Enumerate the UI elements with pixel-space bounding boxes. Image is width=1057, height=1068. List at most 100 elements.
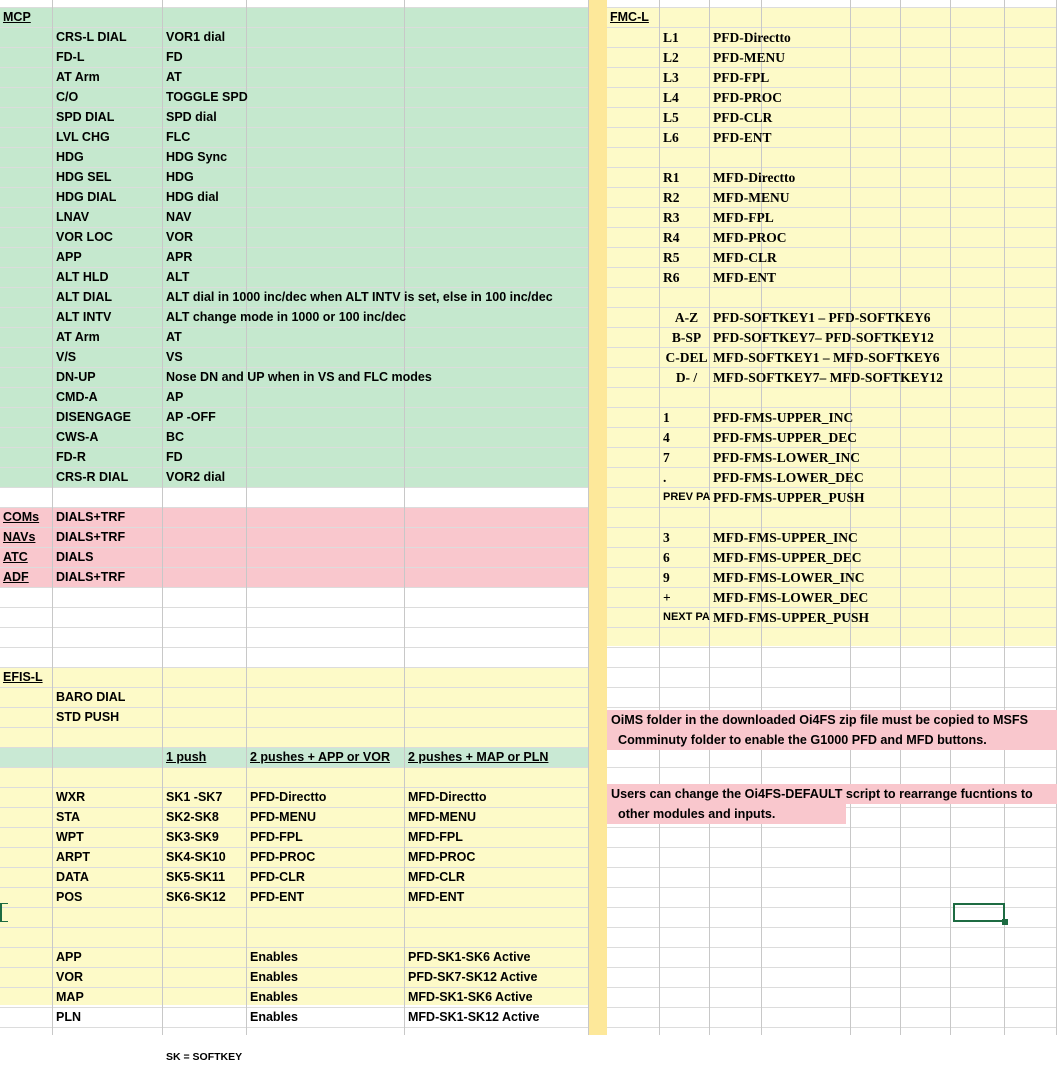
efis-sk-onepush-4: SK5-SK11 — [163, 868, 247, 888]
fmc-pfd-fms-fn-0: PFD-FMS-UPPER_INC — [710, 408, 1000, 428]
gridline-h — [607, 927, 1057, 928]
mcp-function-19: AP -OFF — [163, 408, 583, 428]
mcp-input-11: APP — [53, 248, 163, 268]
mcp-function-14: ALT change mode in 1000 or 100 inc/dec — [163, 308, 583, 328]
gridline-h — [0, 647, 589, 648]
mcp-function-2: AT — [163, 68, 583, 88]
efis-sk-pfd-0: PFD-Directto — [247, 788, 405, 808]
mcp-function-16: VS — [163, 348, 583, 368]
efis-sk-pfd-3: PFD-PROC — [247, 848, 405, 868]
radio-value-3: DIALS+TRF — [53, 568, 353, 588]
fmc-lsk-left-key-3: L4 — [660, 88, 710, 108]
mcp-function-13: ALT dial in 1000 inc/dec when ALT INTV i… — [163, 288, 583, 308]
gridline-h — [607, 827, 1057, 828]
efis-header-map-pln: 2 pushes + MAP or PLN — [405, 748, 589, 768]
gridline-v — [709, 0, 710, 1035]
efis-en-enables-1: Enables — [247, 968, 405, 988]
gridline-h — [0, 927, 589, 928]
selected-cell[interactable] — [953, 903, 1005, 922]
fmc-mfd-fms-key-0: 3 — [660, 528, 710, 548]
fmc-lsk-left-fn-0: PFD-Directto — [710, 28, 1000, 48]
mcp-input-12: ALT HLD — [53, 268, 163, 288]
fmc-softkey-key-0: A-Z — [660, 308, 710, 328]
fmc-pfd-fms-key-2: 7 — [660, 448, 710, 468]
mcp-input-4: SPD DIAL — [53, 108, 163, 128]
mcp-input-6: HDG — [53, 148, 163, 168]
mcp-function-20: BC — [163, 428, 583, 448]
efis-en-active-1: PFD-SK7-SK12 Active — [405, 968, 589, 988]
mcp-function-17: Nose DN and UP when in VS and FLC modes — [163, 368, 583, 388]
fmc-lsk-right-key-2: R3 — [660, 208, 710, 228]
fmc-lsk-right-fn-1: MFD-MENU — [710, 188, 1000, 208]
efis-sk-mfd-1: MFD-MENU — [405, 808, 589, 828]
fmc-lsk-right-key-5: R6 — [660, 268, 710, 288]
note-oi4fs-default-line2: other modules and inputs. — [607, 804, 846, 824]
mcp-function-1: FD — [163, 48, 583, 68]
mcp-function-22: VOR2 dial — [163, 468, 583, 488]
mcp-function-11: APR — [163, 248, 583, 268]
gridline-h — [607, 967, 1057, 968]
fmc-lsk-left-fn-4: PFD-CLR — [710, 108, 1000, 128]
mcp-input-20: CWS-A — [53, 428, 163, 448]
gridline-h — [607, 707, 1057, 708]
mcp-function-4: SPD dial — [163, 108, 583, 128]
fmc-mfd-fms-key-3: + — [660, 588, 710, 608]
mcp-function-6: HDG Sync — [163, 148, 583, 168]
efis-sk-mfd-2: MFD-FPL — [405, 828, 589, 848]
fmc-lsk-left-key-4: L5 — [660, 108, 710, 128]
mcp-input-5: LVL CHG — [53, 128, 163, 148]
efis-sk-pfd-2: PFD-FPL — [247, 828, 405, 848]
radio-value-0: DIALS+TRF — [53, 508, 353, 528]
efis-en-input-3: PLN — [53, 1008, 163, 1028]
mcp-function-0: VOR1 dial — [163, 28, 583, 48]
efis-sk-pfd-4: PFD-CLR — [247, 868, 405, 888]
radio-label-0: COMs — [0, 508, 53, 528]
efis-sk-mfd-4: MFD-CLR — [405, 868, 589, 888]
mcp-function-18: AP — [163, 388, 583, 408]
fmc-lsk-right-key-4: R5 — [660, 248, 710, 268]
mcp-function-5: FLC — [163, 128, 583, 148]
fmc-pfd-fms-key-3: . — [660, 468, 710, 488]
fill-handle[interactable] — [1002, 919, 1008, 925]
fmc-lsk-right-fn-4: MFD-CLR — [710, 248, 1000, 268]
efis-en-input-0: APP — [53, 948, 163, 968]
efis-title: EFIS-L — [0, 668, 53, 688]
efis-dial-1: STD PUSH — [53, 708, 163, 728]
gridline-h — [607, 847, 1057, 848]
fmc-mfd-fms-fn-2: MFD-FMS-LOWER_INC — [710, 568, 1000, 588]
gridline-h — [0, 627, 589, 628]
efis-sk-onepush-3: SK4-SK10 — [163, 848, 247, 868]
radio-label-2: ATC — [0, 548, 53, 568]
gridline-h — [607, 767, 1057, 768]
efis-sk-mfd-3: MFD-PROC — [405, 848, 589, 868]
fmc-softkey-fn-0: PFD-SOFTKEY1 – PFD-SOFTKEY6 — [710, 308, 1000, 328]
fmc-pfd-fms-key-0: 1 — [660, 408, 710, 428]
mcp-input-10: VOR LOC — [53, 228, 163, 248]
fmc-lsk-right-fn-2: MFD-FPL — [710, 208, 1000, 228]
efis-sk-input-3: ARPT — [53, 848, 163, 868]
gridline-v — [659, 0, 660, 1035]
fmc-mfd-fms-key-2: 9 — [660, 568, 710, 588]
radio-value-1: DIALS+TRF — [53, 528, 353, 548]
mcp-input-13: ALT DIAL — [53, 288, 163, 308]
mcp-input-8: HDG DIAL — [53, 188, 163, 208]
note-oi4fs-default-line1: Users can change the Oi4FS-DEFAULT scrip… — [607, 784, 1057, 804]
fmc-mfd-fms-key-1: 6 — [660, 548, 710, 568]
efis-en-active-3: MFD-SK1-SK12 Active — [405, 1008, 589, 1028]
efis-sk-input-5: POS — [53, 888, 163, 908]
fmc-pfd-fms-key-1: 4 — [660, 428, 710, 448]
fmc-softkey-key-2: C-DEL — [660, 348, 710, 368]
radio-label-1: NAVs — [0, 528, 53, 548]
fmc-softkey-fn-2: MFD-SOFTKEY1 – MFD-SOFTKEY6 — [710, 348, 1000, 368]
mcp-function-7: HDG — [163, 168, 583, 188]
mcp-input-22: CRS-R DIAL — [53, 468, 163, 488]
gridline-v — [761, 0, 762, 1035]
fmc-mfd-fms-fn-4: MFD-FMS-UPPER_PUSH — [710, 608, 1000, 628]
fmc-pfd-fms-fn-1: PFD-FMS-UPPER_DEC — [710, 428, 1000, 448]
gridline-h — [607, 1027, 1057, 1028]
fmc-lsk-right-fn-3: MFD-PROC — [710, 228, 1000, 248]
efis-sk-mfd-5: MFD-ENT — [405, 888, 589, 908]
efis-sk-pfd-5: PFD-ENT — [247, 888, 405, 908]
fmc-softkey-fn-3: MFD-SOFTKEY7– MFD-SOFTKEY12 — [710, 368, 1000, 388]
efis-sk-mfd-0: MFD-Directto — [405, 788, 589, 808]
